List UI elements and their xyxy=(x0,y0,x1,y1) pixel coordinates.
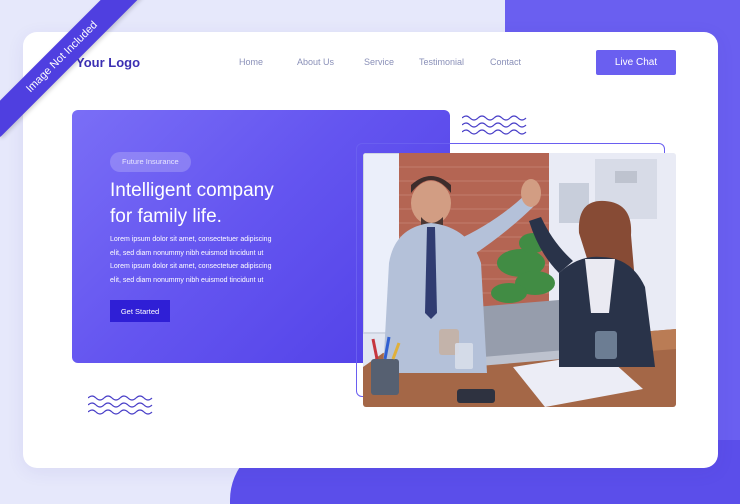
hero-title-line-1: Intelligent company xyxy=(110,180,274,201)
hero-tag: Future Insurance xyxy=(110,152,191,172)
hero-body-line: elit, sed diam nonummy nibh euismod tinc… xyxy=(110,277,264,284)
nav-home[interactable]: Home xyxy=(239,57,263,67)
hero-body-line: Lorem ipsum dolor sit amet, consectetuer… xyxy=(110,263,272,270)
wave-decoration-bottom xyxy=(88,395,153,415)
live-chat-button[interactable]: Live Chat xyxy=(596,50,676,75)
wave-decoration-top xyxy=(462,115,527,135)
nav-service[interactable]: Service xyxy=(364,57,394,67)
hero-photo-people-high-five xyxy=(363,153,676,407)
get-started-button[interactable]: Get Started xyxy=(110,300,170,322)
hero-body-line: elit, sed diam nonummy nibh euismod tinc… xyxy=(110,250,264,257)
hero-body-line: Lorem ipsum dolor sit amet, consectetuer… xyxy=(110,236,272,243)
nav-about-us[interactable]: About Us xyxy=(297,57,334,67)
hero-title-line-2: for family life. xyxy=(110,206,222,227)
nav-testimonial[interactable]: Testimonial xyxy=(419,57,464,67)
hero-title: Intelligent company for family life. xyxy=(110,178,350,230)
logo[interactable]: Your Logo xyxy=(76,55,140,70)
nav-contact[interactable]: Contact xyxy=(490,57,521,67)
